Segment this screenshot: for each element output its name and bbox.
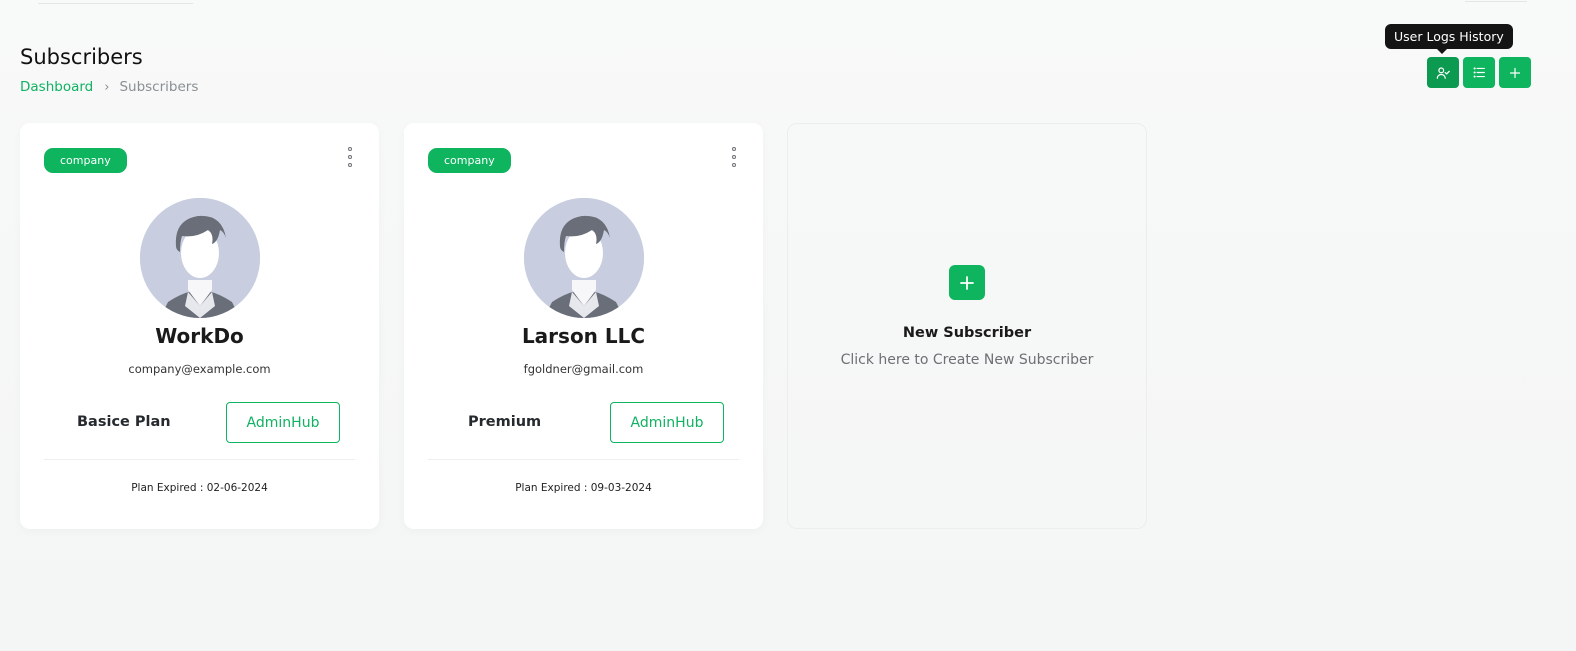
add-subscriber-button[interactable]: [1499, 57, 1531, 88]
user-check-icon: [1436, 66, 1450, 79]
page-title: Subscribers: [20, 45, 143, 69]
user-logs-tooltip: User Logs History: [1385, 24, 1513, 54]
subscriber-card: company WorkDo company@example.com Basic…: [20, 123, 379, 529]
card-divider: [428, 459, 739, 460]
card-divider: [44, 459, 355, 460]
new-subscriber-plus-button[interactable]: [949, 265, 985, 300]
plus-icon: [960, 275, 974, 290]
company-badge: company: [428, 148, 511, 173]
top-search-edge: [38, 0, 193, 4]
plus-icon: [1509, 67, 1521, 78]
breadcrumb-current: Subscribers: [119, 79, 199, 95]
subscriber-card: company Larson LLC fgoldner@gmail.com Pr…: [404, 123, 763, 529]
user-logs-history-button[interactable]: [1427, 57, 1459, 88]
company-badge: company: [44, 148, 127, 173]
top-profile-edge: [1465, 0, 1527, 2]
adminhub-button[interactable]: AdminHub: [226, 402, 340, 443]
plan-expired-text: Plan Expired : 02-06-2024: [131, 482, 268, 494]
company-name: WorkDo: [155, 324, 244, 348]
company-email: fgoldner@gmail.com: [523, 362, 644, 376]
plan-name: Basice Plan: [77, 414, 171, 430]
breadcrumb-separator: ›: [104, 79, 110, 95]
avatar-placeholder-icon: [524, 198, 644, 318]
avatar: [140, 198, 260, 318]
plan-expired-text: Plan Expired : 09-03-2024: [515, 482, 652, 494]
breadcrumb: Dashboard › Subscribers: [20, 79, 198, 95]
new-subscriber-title: New Subscriber: [902, 325, 1032, 341]
list-icon: [1473, 67, 1485, 78]
breadcrumb-dashboard-link[interactable]: Dashboard: [20, 79, 93, 95]
adminhub-button[interactable]: AdminHub: [610, 402, 724, 443]
list-view-button[interactable]: [1463, 57, 1495, 88]
header-actions: [1427, 57, 1531, 88]
more-options-icon[interactable]: [729, 147, 739, 167]
avatar-placeholder-icon: [140, 198, 260, 318]
company-name: Larson LLC: [521, 324, 646, 348]
new-subscriber-subtitle: Click here to Create New Subscriber: [840, 352, 1094, 368]
company-email: company@example.com: [128, 362, 271, 376]
avatar: [524, 198, 644, 318]
new-subscriber-card[interactable]: New Subscriber Click here to Create New …: [787, 123, 1147, 529]
more-options-icon[interactable]: [345, 147, 355, 167]
plan-name: Premium: [468, 414, 542, 430]
